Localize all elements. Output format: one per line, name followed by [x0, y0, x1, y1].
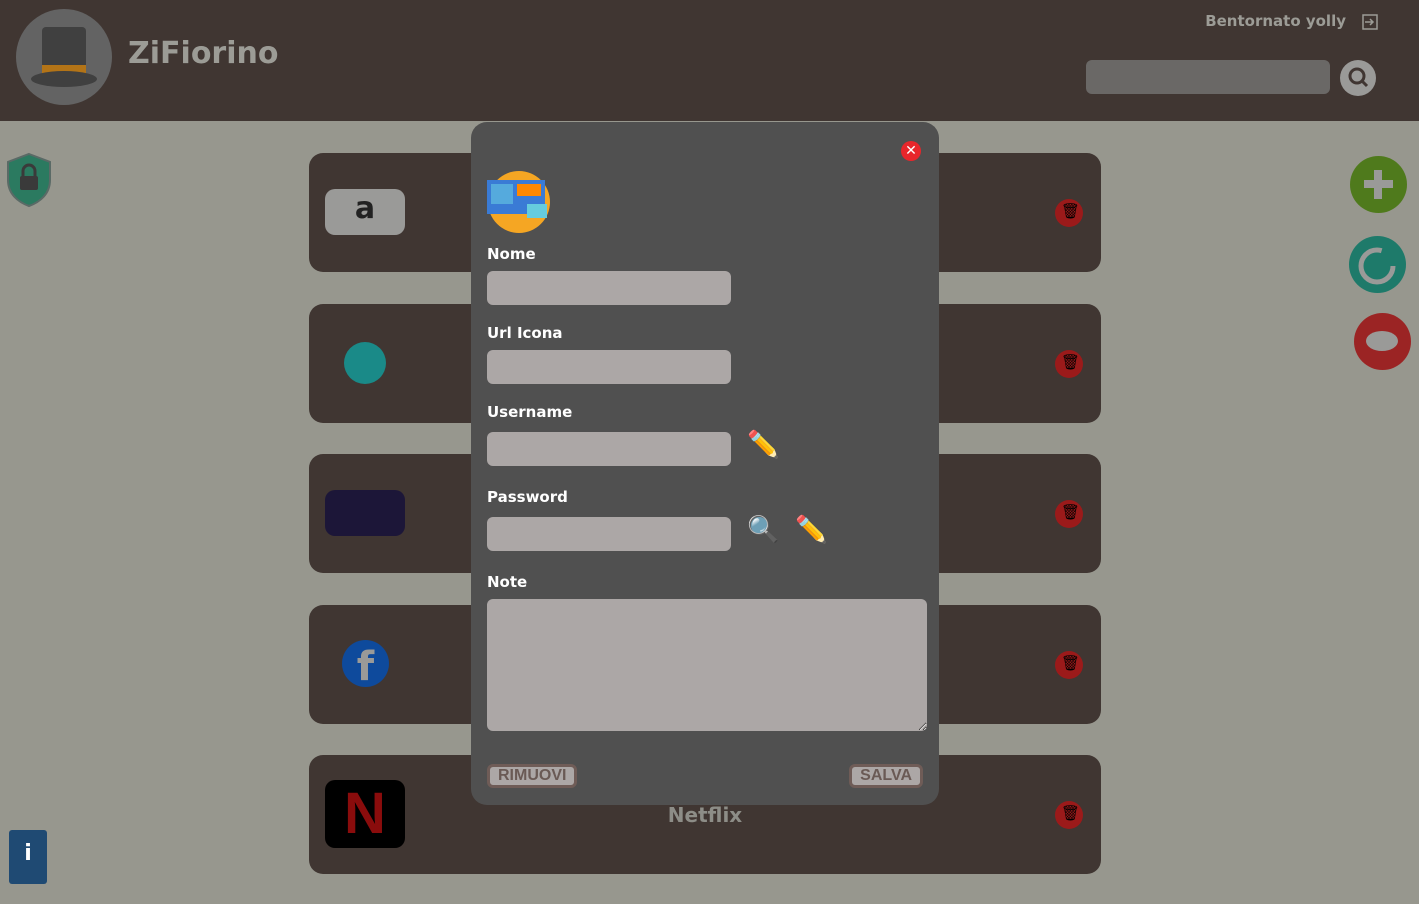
delete-button[interactable] — [1055, 199, 1083, 227]
username-label: Username — [487, 403, 573, 421]
url-icona-label: Url Icona — [487, 324, 563, 342]
close-button[interactable]: ✕ — [901, 141, 921, 161]
url-icona-input[interactable] — [487, 350, 731, 384]
app-title: ZiFiorino — [128, 36, 279, 71]
nome-label: Nome — [487, 245, 536, 263]
search-button[interactable] — [1340, 60, 1376, 96]
canva-icon — [344, 342, 386, 384]
website-icon — [487, 171, 550, 233]
card-name: Netflix — [667, 803, 743, 827]
facebook-icon: f — [342, 640, 389, 690]
nome-input[interactable] — [487, 271, 731, 305]
shield-lock-icon — [7, 152, 51, 208]
cloud-sync-icon — [1366, 331, 1398, 351]
note-textarea[interactable] — [487, 599, 927, 731]
delete-button[interactable] — [1055, 500, 1083, 528]
edit-modal: ✕ Nome Url Icona Username ✏️ Password 🔍 … — [471, 122, 939, 805]
welcome-text: Bentornato yolly — [1205, 12, 1346, 30]
refresh-button[interactable] — [1349, 236, 1406, 293]
username-input[interactable] — [487, 432, 731, 466]
show-password-magnifier-icon[interactable]: 🔍 — [747, 515, 779, 545]
delete-button[interactable] — [1055, 801, 1083, 829]
cloud-sync-button[interactable] — [1354, 313, 1411, 370]
search-input[interactable] — [1086, 60, 1330, 94]
edit-username-pencil-icon[interactable]: ✏️ — [747, 430, 779, 460]
password-input[interactable] — [487, 517, 731, 551]
search-icon — [1348, 67, 1369, 88]
top-hat-logo — [16, 9, 112, 105]
save-button[interactable]: SALVA — [849, 764, 923, 788]
delete-button[interactable] — [1055, 350, 1083, 378]
logout-icon[interactable] — [1362, 14, 1378, 30]
disney-plus-icon — [325, 490, 405, 536]
plus-icon — [1364, 170, 1393, 199]
edit-password-pencil-icon[interactable]: ✏️ — [795, 515, 827, 545]
info-book-icon[interactable]: i — [9, 830, 47, 884]
header: ZiFiorino Bentornato yolly — [0, 0, 1419, 121]
note-label: Note — [487, 573, 528, 591]
add-button[interactable] — [1350, 156, 1407, 213]
password-label: Password — [487, 488, 568, 506]
remove-button[interactable]: RIMUOVI — [487, 764, 578, 788]
delete-button[interactable] — [1055, 651, 1083, 679]
amazon-icon: a — [325, 189, 405, 235]
refresh-icon — [1358, 247, 1396, 285]
